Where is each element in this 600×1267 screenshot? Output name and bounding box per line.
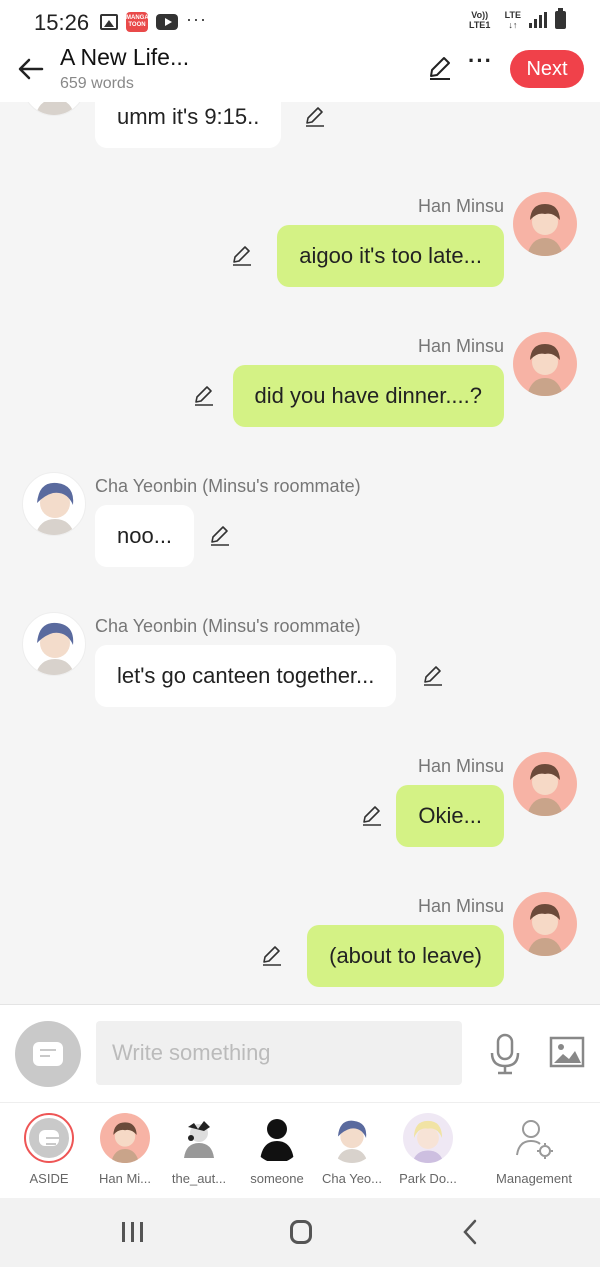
carrier-tag: Vo)) LTE1 xyxy=(468,10,491,30)
youtube-notification-icon xyxy=(156,14,178,30)
battery-icon xyxy=(555,8,566,29)
speaker-name: Han Minsu xyxy=(417,756,504,776)
system-back-icon[interactable] xyxy=(460,1218,480,1246)
microphone-icon[interactable] xyxy=(488,1033,522,1075)
character-management[interactable]: Management xyxy=(484,1113,584,1186)
speaker-name: Han Minsu xyxy=(417,196,504,216)
message-right: Han Minsu aigoo it's too late... xyxy=(0,192,600,302)
han-minsu-avatar[interactable] xyxy=(513,752,577,816)
word-count: 659 words xyxy=(60,75,134,92)
edit-message-icon[interactable] xyxy=(360,804,384,828)
recent-apps-icon[interactable] xyxy=(122,1222,143,1242)
management-avatar xyxy=(509,1113,559,1163)
character-label: Park Do... xyxy=(399,1171,457,1186)
message-bubble[interactable]: aigoo it's too late... xyxy=(277,225,504,287)
message-left: Cha Yeonbin (Minsu's roommate) let's go … xyxy=(0,612,600,722)
han-minsu-avatar[interactable] xyxy=(513,192,577,256)
message-text: umm it's 9:15.. xyxy=(117,104,260,129)
message-text: did you have dinner....? xyxy=(254,383,483,408)
network-type: LTE xyxy=(504,10,521,20)
notification-icons: MANGA TOON ··· xyxy=(100,8,207,32)
message-bubble[interactable]: (about to leave) xyxy=(307,925,504,987)
system-nav-bar xyxy=(0,1198,600,1267)
more-notifications-icon: ··· xyxy=(186,8,207,29)
character-selector: ASIDE Han Mi... the_aut... someone Cha Y… xyxy=(0,1102,600,1198)
aside-icon xyxy=(33,1042,63,1066)
speaker-name: Cha Yeonbin (Minsu's roommate) xyxy=(95,476,361,496)
edit-message-icon[interactable] xyxy=(303,105,327,129)
status-bar: 15:26 MANGA TOON ··· Vo)) LTE1 LTE ↓↑ xyxy=(0,0,600,44)
volte-icon: Vo)) LTE1 xyxy=(463,10,497,30)
park-do-avatar xyxy=(403,1113,453,1163)
speaker-name: Cha Yeonbin (Minsu's roommate) xyxy=(95,616,361,636)
message-right: Han Minsu Okie... xyxy=(0,752,600,862)
character-the-author[interactable]: the_aut... xyxy=(164,1113,234,1186)
han-minsu-avatar[interactable] xyxy=(513,892,577,956)
status-time: 15:26 xyxy=(34,10,90,35)
message-bubble[interactable]: umm it's 9:15.. xyxy=(95,102,282,148)
someone-avatar xyxy=(252,1113,302,1163)
character-label: the_aut... xyxy=(171,1171,227,1186)
chat-area[interactable]: umm it's 9:15.. Han Minsu aigoo it's too… xyxy=(0,102,600,1004)
the-author-avatar xyxy=(174,1113,224,1163)
character-cha-yeonbin[interactable]: Cha Yeo... xyxy=(317,1113,387,1186)
message-bubble[interactable]: noo... xyxy=(95,505,195,567)
signal-strength-icon xyxy=(529,12,547,28)
character-label: ASIDE xyxy=(29,1171,69,1186)
character-label: Han Mi... xyxy=(98,1171,151,1186)
character-park-do[interactable]: Park Do... xyxy=(393,1113,463,1186)
edit-message-icon[interactable] xyxy=(260,944,284,968)
message-text: aigoo it's too late... xyxy=(299,243,482,268)
character-aside[interactable]: ASIDE xyxy=(14,1113,84,1186)
image-upload-icon[interactable] xyxy=(549,1035,585,1069)
gallery-notification-icon xyxy=(100,14,118,30)
edit-message-icon[interactable] xyxy=(421,664,445,688)
story-title-block: A New Life... 659 words xyxy=(60,44,189,93)
system-indicators: Vo)) LTE1 LTE ↓↑ xyxy=(463,8,566,30)
next-button[interactable]: Next xyxy=(510,50,584,88)
edit-message-icon[interactable] xyxy=(230,244,254,268)
message-bubble[interactable]: let's go canteen together... xyxy=(95,645,397,707)
user-settings-icon xyxy=(516,1120,553,1159)
message-text: noo... xyxy=(117,523,173,548)
aside-avatar xyxy=(24,1113,74,1163)
cha-yeonbin-avatar[interactable] xyxy=(22,102,86,116)
han-minsu-avatar[interactable] xyxy=(513,332,577,396)
message-input[interactable] xyxy=(96,1021,462,1085)
cha-yeonbin-avatar[interactable] xyxy=(22,612,86,676)
character-someone[interactable]: someone xyxy=(242,1113,312,1186)
cha-yeonbin-avatar xyxy=(327,1113,377,1163)
editor-header: A New Life... 659 words ··· Next xyxy=(0,44,600,102)
mangatoon-notification-icon: MANGA TOON xyxy=(126,12,149,32)
edit-pencil-icon[interactable] xyxy=(426,54,454,82)
compose-bar xyxy=(0,1004,600,1102)
home-icon[interactable] xyxy=(290,1220,312,1244)
aside-icon xyxy=(39,1130,62,1146)
message-text: (about to leave) xyxy=(329,943,482,968)
han-minsu-avatar xyxy=(100,1113,150,1163)
story-title[interactable]: A New Life... xyxy=(60,44,189,71)
speaker-name: Han Minsu xyxy=(417,896,504,916)
message-left: umm it's 9:15.. xyxy=(0,102,600,152)
lte-icon: LTE ↓↑ xyxy=(504,10,521,30)
message-bubble[interactable]: Okie... xyxy=(396,785,504,847)
message-left: Cha Yeonbin (Minsu's roommate) noo... xyxy=(0,472,600,582)
back-arrow-icon[interactable] xyxy=(16,54,46,84)
aside-toggle-button[interactable] xyxy=(15,1021,81,1087)
message-text: let's go canteen together... xyxy=(117,663,375,688)
message-bubble[interactable]: did you have dinner....? xyxy=(232,365,504,427)
message-right: Han Minsu (about to leave) xyxy=(0,892,600,1002)
message-right: Han Minsu did you have dinner....? xyxy=(0,332,600,442)
character-han-minsu[interactable]: Han Mi... xyxy=(90,1113,160,1186)
edit-message-icon[interactable] xyxy=(208,524,232,548)
more-options-button[interactable]: ··· xyxy=(468,48,493,74)
character-label: someone xyxy=(250,1171,304,1186)
speaker-name: Han Minsu xyxy=(417,336,504,356)
cha-yeonbin-avatar[interactable] xyxy=(22,472,86,536)
edit-message-icon[interactable] xyxy=(192,384,216,408)
message-text: Okie... xyxy=(418,803,482,828)
character-label: Management xyxy=(496,1171,572,1186)
character-label: Cha Yeo... xyxy=(322,1171,382,1186)
